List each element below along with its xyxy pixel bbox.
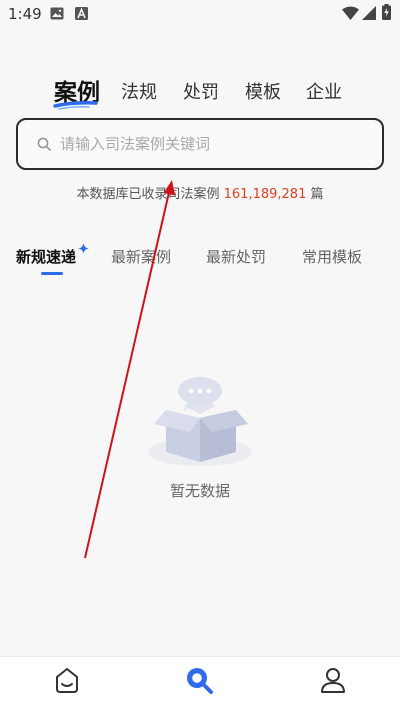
search-icon[interactable] [184, 665, 214, 695]
status-time: 1:49 [8, 5, 42, 23]
empty-box-illustration [148, 377, 252, 466]
database-stats-suffix: 篇 [306, 187, 324, 202]
wifi-icon [342, 6, 359, 20]
tab-enterprises[interactable]: 企业 [306, 78, 342, 104]
gallery-icon [50, 7, 64, 20]
user-icon[interactable] [318, 665, 348, 695]
empty-state-text: 暂无数据 [169, 482, 230, 500]
empty-state: 暂无数据 [0, 370, 400, 510]
cellular-icon [362, 6, 376, 20]
home-face-icon[interactable] [52, 665, 82, 695]
screen: 1:49 案例 法规 处罚 模板 企业 请输入司法案例关键词 本数据库已收录司法… [0, 0, 400, 711]
tab-regulations[interactable]: 法规 [121, 78, 157, 104]
tab-templates[interactable]: 模板 [245, 78, 281, 104]
battery-charging-icon [382, 4, 391, 20]
bottom-nav [0, 656, 400, 711]
tab-penalties[interactable]: 处罚 [183, 78, 219, 104]
a-badge-icon [75, 7, 88, 20]
active-subtab-underline [41, 272, 63, 275]
category-tabs: 案例 法规 处罚 模板 企业 [0, 72, 400, 112]
search-icon [37, 137, 51, 151]
database-stats: 本数据库已收录司法案例 161,189,281 篇 [0, 183, 400, 202]
subtab-latest-cases[interactable]: 最新案例 [111, 246, 171, 267]
subtab-latest-penalties[interactable]: 最新处罚 [206, 246, 266, 267]
sub-tabs: 新规速递 最新案例 最新处罚 常用模板 [0, 243, 400, 283]
status-bar: 1:49 [0, 0, 400, 28]
sparkle-icon [78, 243, 89, 254]
subtab-new-regulations[interactable]: 新规速递 [16, 246, 76, 267]
database-case-count: 161,189,281 [223, 187, 307, 202]
search-box[interactable] [16, 118, 384, 170]
search-input[interactable] [60, 132, 360, 156]
subtab-common-templates[interactable]: 常用模板 [302, 246, 362, 267]
database-stats-prefix: 本数据库已收录司法案例 [76, 187, 224, 202]
active-tab-brush-underline [53, 101, 98, 110]
